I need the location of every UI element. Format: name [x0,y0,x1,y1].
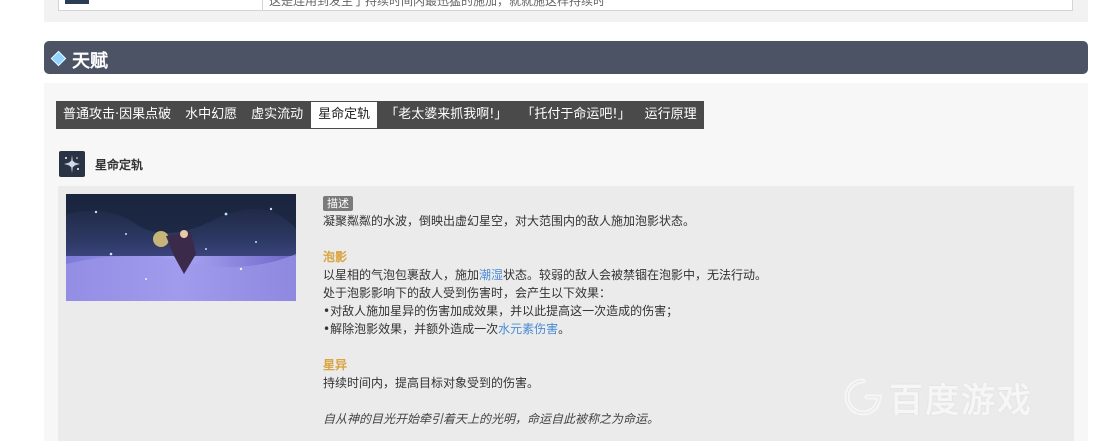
tab-trust-fate[interactable]: 「托付于命运吧!」 [514,101,637,129]
bubble-heading: 泡影 [323,250,348,264]
section-header: 天赋 [44,41,1088,74]
talent-name: 星命定轨 [95,158,144,172]
section-title: 天赋 [72,51,108,72]
diamond-icon [50,50,67,67]
bubble-line-2: 处于泡影影响下的敌人受到伤害时，会产生以下效果： [323,286,612,300]
talent-tabs: 普通攻击·因果点破 水中幻愿 虚实流动 星命定轨 「老太婆来抓我啊!」 「托付于… [56,101,704,129]
tab-illusory-flow[interactable]: 虚实流动 [244,101,310,129]
star-talent-icon [59,151,85,177]
tab-mechanics[interactable]: 运行原理 [638,101,704,129]
bubble-line-4-text: •解除泡影效果，并额外造成一次 [323,322,499,336]
talent-intro: 凝聚粼粼的水波，倒映出虚幻星空，对大范围内的敌人施加泡影状态。 [323,214,696,228]
previous-table-row: 这是连用到发生了持续时间内最迅猛的施加，就就施这样持续时 [58,0,1073,11]
talent-preview-image [66,194,296,301]
hydro-damage-link[interactable]: 水元素伤害 [498,322,558,336]
table-cell-icon [59,0,263,10]
bubble-line-4: •解除泡影效果，并额外造成一次水元素伤害。 [323,320,1043,338]
tab-star-fate[interactable]: 星命定轨 [310,101,379,129]
watermark-text: 百度游戏 [889,380,1033,421]
tab-granny[interactable]: 「老太婆来抓我啊!」 [378,101,514,129]
bubble-line-1-tail: 状态。较弱的敌人会被禁锢在泡影中，无法行动。 [503,268,768,282]
tab-normal-attack[interactable]: 普通攻击·因果点破 [56,101,178,129]
talent-thumbnail-icon [65,0,89,4]
bubble-line-3: •对敌人施加星异的伤害加成效果，并以此提高这一次造成的伤害； [323,304,679,318]
table-cell-text: 这是连用到发生了持续时间内最迅猛的施加，就就施这样持续时 [269,0,606,8]
hydro-wet-link[interactable]: 潮湿 [479,268,503,282]
tab-water-illusion[interactable]: 水中幻愿 [178,101,244,129]
bubble-line-4-tail: 。 [558,322,571,336]
watermark: 百度游戏 [843,372,1083,422]
bubble-line-1: 以星相的气泡包裹敌人，施加潮湿状态。较弱的敌人会被禁锢在泡影中，无法行动。 [323,266,1043,284]
description-badge: 描述 [323,196,353,211]
baidu-game-logo-icon [844,378,882,416]
bubble-line-1-text: 以星相的气泡包裹敌人，施加 [323,268,480,282]
